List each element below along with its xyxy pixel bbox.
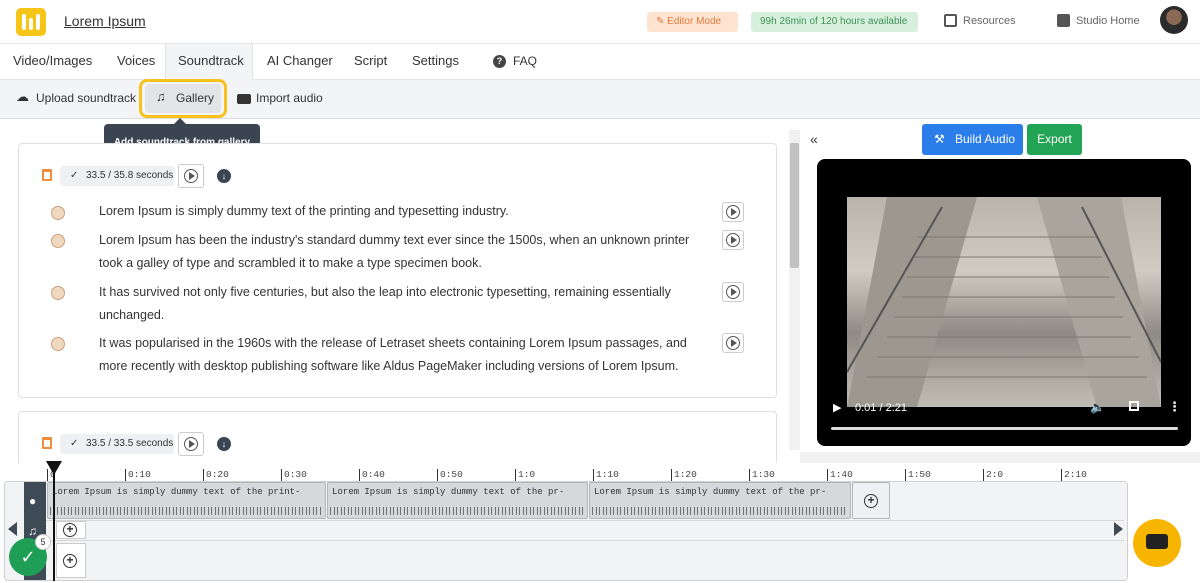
upload-soundtrack-button[interactable]: Upload soundtrack: [36, 91, 136, 105]
voice-clip[interactable]: Lorem Ipsum is simply dummy text of the …: [589, 482, 851, 519]
checklist-count: 5: [35, 534, 51, 550]
more-options-icon[interactable]: ⋮: [1168, 399, 1181, 415]
play-line-button[interactable]: [722, 333, 744, 353]
resources-link[interactable]: Resources: [963, 15, 1016, 27]
voice-avatar[interactable]: [51, 206, 65, 220]
play-icon: [726, 285, 740, 299]
duration-badge: 33.5 / 35.8 seconds: [60, 166, 174, 186]
playhead-handle[interactable]: [46, 461, 62, 475]
play-line-button[interactable]: [722, 282, 744, 302]
add-slot[interactable]: +: [56, 521, 86, 539]
hammer-icon: ⚒: [934, 132, 945, 146]
video-progress-bar[interactable]: [831, 427, 1178, 430]
play-line-button[interactable]: [722, 230, 744, 250]
build-audio-button[interactable]: ⚒ Build Audio: [922, 124, 1023, 155]
music-icon: ♫: [28, 524, 37, 538]
script-line[interactable]: Lorem Ipsum has been the industry's stan…: [99, 229, 699, 275]
voice-avatar[interactable]: [51, 234, 65, 248]
question-icon: ?: [493, 55, 506, 68]
play-line-button[interactable]: [722, 202, 744, 222]
play-icon: [726, 205, 740, 219]
chat-button[interactable]: [1133, 519, 1181, 567]
tab-voices[interactable]: Voices: [105, 44, 167, 80]
resources-icon: [944, 14, 957, 27]
gallery-button[interactable]: Gallery: [176, 91, 214, 105]
logo[interactable]: [16, 8, 46, 36]
tab-faq[interactable]: FAQ: [501, 44, 549, 80]
add-icon[interactable]: +: [864, 494, 878, 508]
trash-icon[interactable]: [42, 169, 52, 181]
hours-available-badge: 99h 26min of 120 hours available: [751, 12, 918, 32]
play-block-button[interactable]: [178, 432, 204, 456]
add-slot[interactable]: +: [56, 543, 86, 578]
download-icon[interactable]: ↓: [217, 437, 231, 451]
play-icon: [726, 336, 740, 350]
add-icon[interactable]: +: [63, 523, 77, 537]
track-divider: [46, 540, 1124, 541]
export-button[interactable]: Export: [1027, 124, 1082, 155]
add-icon[interactable]: +: [63, 554, 77, 568]
video-frame: [847, 197, 1161, 407]
scroll-left-icon[interactable]: [8, 522, 17, 536]
play-icon: [184, 437, 198, 451]
tab-video-images[interactable]: Video/Images: [1, 44, 104, 80]
collapse-icon[interactable]: «: [810, 131, 818, 147]
script-line[interactable]: It was popularised in the 1960s with the…: [99, 332, 699, 378]
person-icon: ●: [29, 494, 37, 508]
home-icon: [1057, 14, 1070, 27]
voice-avatar[interactable]: [51, 286, 65, 300]
video-icon: [237, 94, 251, 104]
tab-ai-changer[interactable]: AI Changer: [255, 44, 345, 80]
tab-bar: Video/Images Voices Soundtrack AI Change…: [0, 44, 1200, 80]
video-time: 0:01 / 2:21: [855, 402, 907, 414]
tab-settings[interactable]: Settings: [400, 44, 471, 80]
tab-script[interactable]: Script: [342, 44, 399, 80]
waveform: [592, 507, 848, 515]
clip-label: Lorem Ipsum is simply dummy text of the …: [332, 487, 565, 497]
music-note-icon: ♫: [156, 89, 166, 104]
top-header: Lorem Ipsum ✎ Editor Mode 99h 26min of 1…: [0, 0, 1200, 44]
clip-label: Lorem Ipsum is simply dummy text of the …: [52, 487, 301, 497]
check-icon: ✓: [20, 547, 36, 567]
script-line[interactable]: Lorem Ipsum is simply dummy text of the …: [99, 200, 699, 223]
trash-icon[interactable]: [42, 437, 52, 449]
build-audio-label: Build Audio: [955, 132, 1016, 146]
duration-badge: 33.5 / 33.5 seconds: [60, 434, 174, 454]
app-title[interactable]: Lorem Ipsum: [64, 13, 146, 29]
waveform: [330, 507, 585, 515]
editor-mode-label: Editor Mode: [667, 16, 722, 27]
scrollbar-thumb[interactable]: [790, 143, 799, 268]
voice-avatar[interactable]: [51, 337, 65, 351]
import-audio-button[interactable]: Import audio: [256, 91, 323, 105]
volume-icon[interactable]: 🔈: [1090, 400, 1105, 414]
studio-home-link[interactable]: Studio Home: [1076, 15, 1140, 27]
playhead[interactable]: [53, 461, 55, 581]
voice-clip[interactable]: Lorem Ipsum is simply dummy text of the …: [47, 482, 326, 519]
avatar[interactable]: [1160, 6, 1188, 34]
play-icon: [184, 169, 198, 183]
waveform: [50, 507, 323, 515]
editor-mode-badge[interactable]: ✎ Editor Mode: [647, 12, 738, 32]
add-clip-slot[interactable]: +: [852, 482, 890, 519]
play-icon[interactable]: ▶: [833, 401, 841, 414]
pencil-icon: ✎: [656, 16, 668, 27]
play-icon: [726, 233, 740, 247]
script-line[interactable]: It has survived not only five centuries,…: [99, 281, 699, 327]
scroll-right-icon[interactable]: [1114, 522, 1123, 536]
voice-clip[interactable]: Lorem Ipsum is simply dummy text of the …: [327, 482, 588, 519]
download-icon[interactable]: ↓: [217, 169, 231, 183]
upload-cloud-icon: ☁: [16, 89, 29, 104]
fullscreen-icon[interactable]: [1129, 401, 1139, 411]
tab-soundtrack[interactable]: Soundtrack: [165, 44, 253, 80]
clip-label: Lorem Ipsum is simply dummy text of the …: [594, 487, 827, 497]
play-block-button[interactable]: [178, 164, 204, 188]
